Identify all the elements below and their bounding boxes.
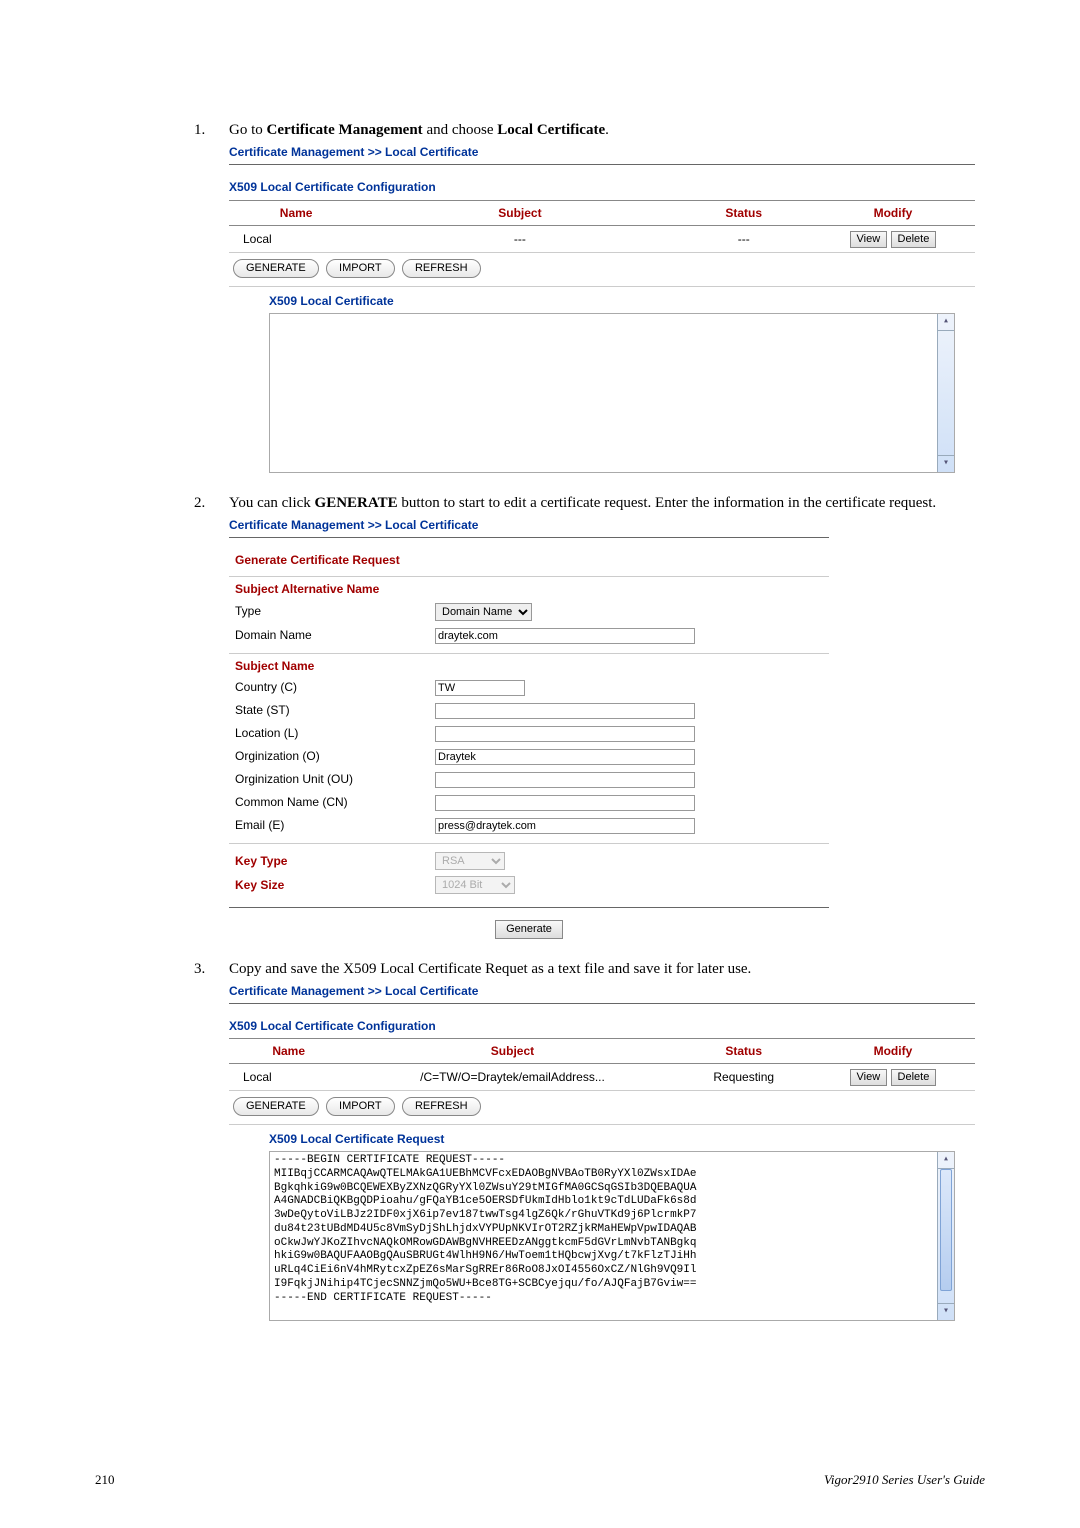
key-size-select: 1024 Bit xyxy=(435,876,515,894)
th-subject: Subject xyxy=(363,200,676,225)
step1-mid: and choose xyxy=(423,122,498,138)
cell-subject: /C=TW/O=Draytek/emailAddress... xyxy=(348,1064,676,1091)
scrollbar[interactable]: ▴ ▾ xyxy=(937,314,954,472)
key-size-label: Key Size xyxy=(235,877,435,893)
cell-name: Local xyxy=(229,1064,348,1091)
th-modify: Modify xyxy=(811,200,975,225)
delete-button[interactable]: Delete xyxy=(891,1069,937,1086)
view-button[interactable]: View xyxy=(850,231,888,248)
panel3-subtitle: X509 Local Certificate Request xyxy=(269,1131,975,1147)
domain-name-input[interactable] xyxy=(435,628,695,644)
common-name-label: Common Name (CN) xyxy=(235,794,435,810)
view-button[interactable]: View xyxy=(850,1069,888,1086)
csr-textarea[interactable]: -----BEGIN CERTIFICATE REQUEST----- MIIB… xyxy=(269,1151,955,1321)
location-input[interactable] xyxy=(435,726,695,742)
step2-bold: GENERATE xyxy=(315,495,398,511)
step1-bold2: Local Certificate xyxy=(497,122,605,138)
refresh-button[interactable]: REFRESH xyxy=(402,1097,481,1116)
san-header: Subject Alternative Name xyxy=(229,576,829,599)
scroll-up-icon[interactable]: ▴ xyxy=(938,1152,954,1169)
generate-submit-button[interactable]: Generate xyxy=(495,920,563,939)
th-status: Status xyxy=(677,1039,811,1064)
step2-suffix: button to start to edit a certificate re… xyxy=(398,495,937,511)
domain-name-label: Domain Name xyxy=(235,627,435,643)
state-input[interactable] xyxy=(435,703,695,719)
scroll-thumb[interactable] xyxy=(940,1169,952,1291)
step1-suffix: . xyxy=(605,122,609,138)
scroll-down-icon[interactable]: ▾ xyxy=(938,1303,954,1320)
breadcrumb: Certificate Management >> Local Certific… xyxy=(229,144,975,160)
delete-button[interactable]: Delete xyxy=(891,231,937,248)
breadcrumb: Certificate Management >> Local Certific… xyxy=(229,983,975,999)
subject-name-header: Subject Name xyxy=(229,653,829,676)
location-label: Location (L) xyxy=(235,725,435,741)
panel3-title: X509 Local Certificate Configuration xyxy=(229,1018,975,1034)
scroll-down-icon[interactable]: ▾ xyxy=(938,455,954,472)
import-button[interactable]: IMPORT xyxy=(326,1097,395,1116)
scrollbar[interactable]: ▴ ▾ xyxy=(937,1152,954,1320)
common-name-input[interactable] xyxy=(435,795,695,811)
country-input[interactable] xyxy=(435,680,525,696)
generate-button[interactable]: GENERATE xyxy=(233,1097,319,1116)
type-label: Type xyxy=(235,603,435,619)
th-modify: Modify xyxy=(811,1039,975,1064)
cell-subject: --- xyxy=(363,225,676,252)
scroll-up-icon[interactable]: ▴ xyxy=(938,314,954,331)
th-name: Name xyxy=(229,200,363,225)
csr-content: -----BEGIN CERTIFICATE REQUEST----- MIIB… xyxy=(270,1152,954,1307)
panel1-title: X509 Local Certificate Configuration xyxy=(229,179,975,195)
generate-button[interactable]: GENERATE xyxy=(233,259,319,278)
guide-title: Vigor2910 Series User's Guide xyxy=(824,1472,985,1488)
refresh-button[interactable]: REFRESH xyxy=(402,259,481,278)
org-unit-input[interactable] xyxy=(435,772,695,788)
org-input[interactable] xyxy=(435,749,695,765)
org-unit-label: Orginization Unit (OU) xyxy=(235,771,435,787)
step3-text: Copy and save the X509 Local Certificate… xyxy=(229,961,751,977)
form-title: Generate Certificate Request xyxy=(229,546,829,570)
th-subject: Subject xyxy=(348,1039,676,1064)
step2-prefix: You can click xyxy=(229,495,315,511)
key-type-label: Key Type xyxy=(235,853,435,869)
th-status: Status xyxy=(677,200,811,225)
email-input[interactable] xyxy=(435,818,695,834)
state-label: State (ST) xyxy=(235,702,435,718)
cell-name: Local xyxy=(229,225,363,252)
breadcrumb: Certificate Management >> Local Certific… xyxy=(229,517,975,533)
cert-textarea-empty[interactable]: ▴ ▾ xyxy=(269,313,955,473)
cell-status: --- xyxy=(677,225,811,252)
panel1-subtitle: X509 Local Certificate xyxy=(269,293,975,309)
step1-prefix: Go to xyxy=(229,122,267,138)
th-name: Name xyxy=(229,1039,348,1064)
type-select[interactable]: Domain Name xyxy=(435,603,532,621)
import-button[interactable]: IMPORT xyxy=(326,259,395,278)
org-label: Orginization (O) xyxy=(235,748,435,764)
step1-bold1: Certificate Management xyxy=(267,122,423,138)
country-label: Country (C) xyxy=(235,679,435,695)
email-label: Email (E) xyxy=(235,817,435,833)
page-number: 210 xyxy=(95,1472,115,1488)
cell-status: Requesting xyxy=(677,1064,811,1091)
key-type-select: RSA xyxy=(435,852,505,870)
